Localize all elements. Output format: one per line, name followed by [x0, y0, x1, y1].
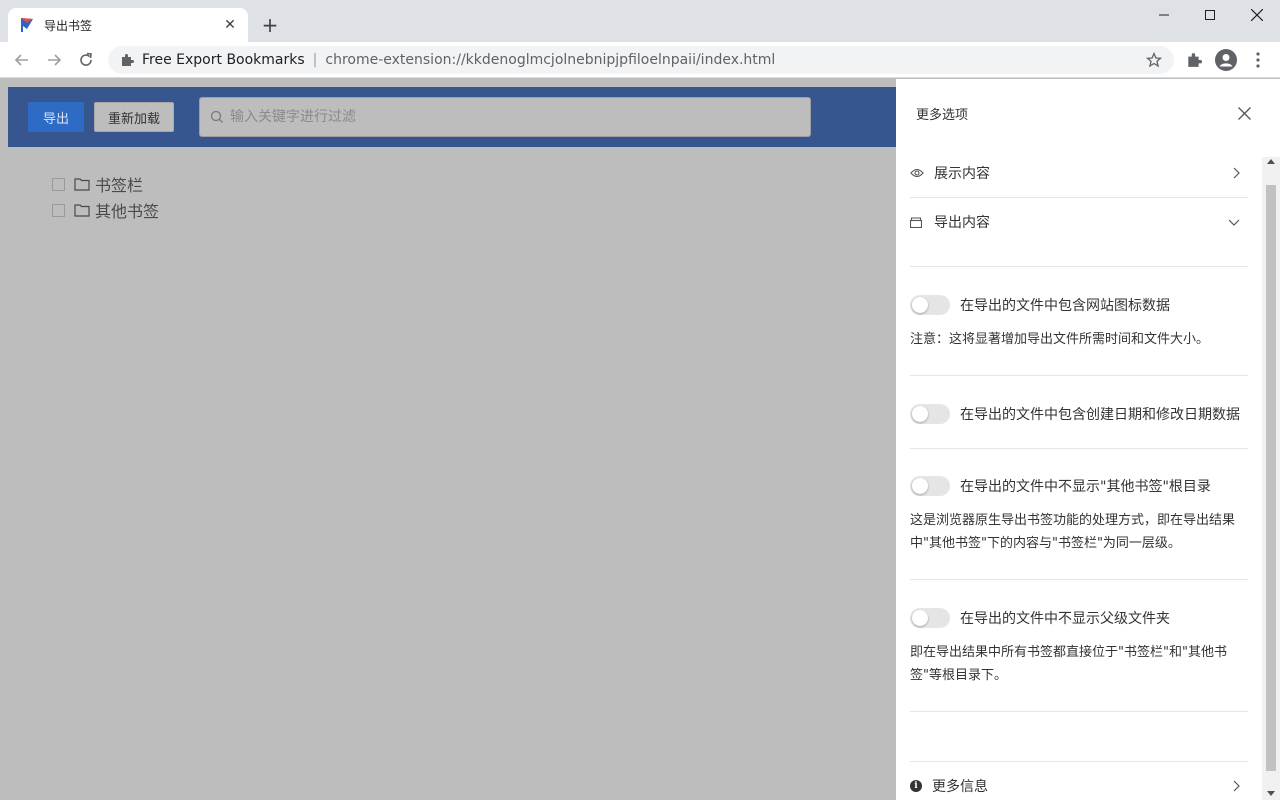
divider: [910, 266, 1248, 267]
chevron-down-icon: [1228, 218, 1240, 226]
extension-puzzle-icon: [122, 54, 134, 66]
drawer-close-icon[interactable]: [1234, 103, 1254, 123]
folder-icon: [74, 177, 90, 191]
drawer-title: 更多选项: [916, 108, 969, 123]
folder-icon: [74, 203, 90, 217]
option-label: 在导出的文件中不显示"其他书签"根目录: [960, 479, 1211, 495]
menu-kebab-icon[interactable]: [1246, 48, 1270, 72]
maximize-icon[interactable]: [1187, 0, 1233, 30]
toggle-switch[interactable]: [910, 608, 950, 628]
eye-icon: [910, 168, 926, 178]
browser-toolbar: Free Export Bookmarks | chrome-extension…: [0, 42, 1280, 78]
address-bar[interactable]: Free Export Bookmarks | chrome-extension…: [108, 46, 1174, 74]
export-button[interactable]: 导出: [28, 102, 84, 132]
option-label: 在导出的文件中包含创建日期和修改日期数据: [960, 407, 1240, 423]
option-note: 这是浏览器原生导出书签功能的处理方式，即在导出结果中"其他书签"下的内容与"书签…: [910, 513, 1236, 551]
option-hide-other-bookmarks-root: 在导出的文件中不显示"其他书签"根目录: [910, 476, 1211, 496]
bookmark-flag-icon: [21, 18, 33, 32]
options-drawer: 更多选项 展示内容 导出内容 在导出的文件中包含网站图标数据 注意：这将显著增加…: [896, 79, 1280, 800]
tab-close-icon[interactable]: ✕: [222, 17, 238, 33]
option-label: 在导出的文件中包含网站图标数据: [960, 298, 1170, 314]
url-text: chrome-extension://kkdenoglmcjolnebnipjp…: [325, 52, 776, 68]
option-note: 注意：这将显著增加导出文件所需时间和文件大小。: [910, 332, 1210, 347]
option-note: 即在导出结果中所有书签都直接位于"书签栏"和"其他书签"等根目录下。: [910, 645, 1227, 683]
info-icon: i: [910, 780, 922, 792]
scroll-thumb[interactable]: [1266, 185, 1276, 771]
site-name: Free Export Bookmarks: [142, 52, 305, 68]
minimize-icon[interactable]: [1141, 0, 1187, 30]
tab-strip: 导出书签 ✕ +: [0, 0, 1280, 42]
divider: [910, 448, 1248, 449]
search-input[interactable]: [230, 109, 790, 125]
forward-icon[interactable]: [42, 48, 66, 72]
window-close-icon[interactable]: [1234, 0, 1280, 30]
drawer-body: 展示内容 导出内容 在导出的文件中包含网站图标数据 注意：这将显著增加导出文件所…: [896, 149, 1262, 800]
chevron-right-icon: [1232, 780, 1240, 792]
option-hide-parent-folders: 在导出的文件中不显示父级文件夹: [910, 608, 1170, 628]
divider: [910, 375, 1248, 376]
more-info-row[interactable]: i 更多信息: [910, 776, 1248, 796]
reload-icon[interactable]: [74, 48, 98, 72]
profile-avatar-icon[interactable]: [1214, 48, 1238, 72]
new-tab-icon[interactable]: +: [258, 13, 282, 37]
tree-checkbox[interactable]: [52, 203, 65, 217]
tree-item-bookmarks-bar[interactable]: 书签栏: [52, 171, 159, 197]
tree-item-label: 书签栏: [95, 176, 144, 195]
section-display-content[interactable]: 展示内容: [910, 149, 1248, 197]
option-label: 在导出的文件中不显示父级文件夹: [960, 611, 1170, 627]
divider: [910, 711, 1248, 712]
tree-item-other-bookmarks[interactable]: 其他书签: [52, 197, 159, 223]
url-separator: |: [312, 52, 318, 68]
toggle-switch[interactable]: [910, 476, 950, 496]
filter-search[interactable]: [199, 97, 811, 137]
toggle-switch[interactable]: [910, 404, 950, 424]
section-export-content[interactable]: 导出内容: [910, 198, 1248, 246]
chevron-right-icon: [1232, 167, 1240, 179]
bookmark-tree: 书签栏 其他书签: [52, 171, 159, 223]
reload-button[interactable]: 重新加载: [94, 102, 174, 132]
scroll-down-arrow-icon[interactable]: [1267, 791, 1275, 796]
browser-tab[interactable]: 导出书签 ✕: [8, 8, 248, 42]
more-info-label: 更多信息: [932, 779, 988, 795]
scroll-up-arrow-icon[interactable]: [1267, 159, 1275, 164]
toggle-switch[interactable]: [910, 295, 950, 315]
bookmark-star-icon[interactable]: [1145, 51, 1163, 72]
search-icon: [210, 110, 223, 123]
divider: [910, 761, 1248, 762]
section-label: 展示内容: [934, 166, 990, 182]
tab-title: 导出书签: [44, 18, 93, 33]
tree-checkbox[interactable]: [52, 177, 65, 191]
tree-item-label: 其他书签: [95, 202, 160, 221]
option-include-dates: 在导出的文件中包含创建日期和修改日期数据: [910, 404, 1240, 424]
drawer-scrollbar[interactable]: [1262, 157, 1280, 800]
section-label: 导出内容: [934, 215, 990, 231]
archive-icon: [910, 216, 926, 228]
divider: [910, 579, 1248, 580]
option-include-favicon: 在导出的文件中包含网站图标数据: [910, 295, 1170, 315]
back-icon[interactable]: [10, 48, 34, 72]
extensions-icon[interactable]: [1182, 48, 1206, 72]
